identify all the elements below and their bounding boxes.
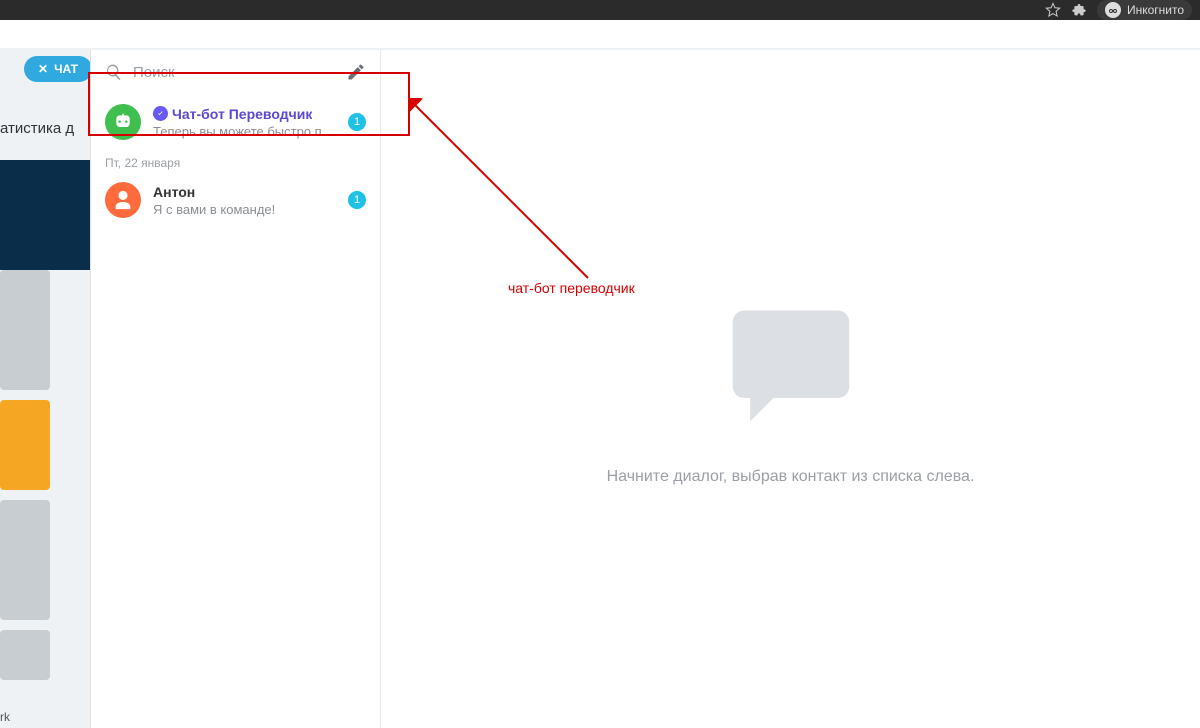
chat-pill-label: ЧАТ: [54, 62, 78, 76]
search-row: [91, 50, 380, 94]
bg-footer-text: rk: [0, 710, 10, 724]
date-separator: Пт, 22 января: [91, 150, 380, 172]
chat-main-empty: Начните диалог, выбрав контакт из списка…: [381, 50, 1200, 728]
incognito-mask-icon: [1105, 2, 1121, 18]
chat-pill-button[interactable]: ✕ ЧАТ: [24, 56, 92, 82]
extensions-puzzle-icon[interactable]: [1071, 2, 1087, 18]
chat-window: Чат-бот Переводчик Теперь вы можете быст…: [90, 50, 1200, 728]
unread-badge: 1: [348, 191, 366, 209]
incognito-badge: Инкогнито: [1097, 0, 1192, 20]
search-input[interactable]: [133, 64, 336, 81]
bg-card: [0, 400, 50, 490]
search-icon: [105, 63, 123, 81]
bg-card: [0, 630, 50, 680]
chat-item-preview: Теперь вы можете быстро пере…: [153, 124, 336, 139]
chat-sidebar: Чат-бот Переводчик Теперь вы можете быст…: [91, 50, 381, 728]
stats-heading: атистика д: [0, 120, 74, 137]
close-icon[interactable]: ✕: [38, 62, 48, 76]
empty-state-text: Начните диалог, выбрав контакт из списка…: [607, 468, 975, 486]
empty-chat-icon: [721, 293, 861, 438]
page-body: ✕ ЧАТ атистика д rk: [0, 20, 1200, 728]
chat-item-anton[interactable]: Антон Я с вами в команде! 1: [91, 172, 380, 228]
person-avatar-icon: [105, 182, 141, 218]
bg-card: [0, 270, 50, 390]
unread-badge: 1: [348, 113, 366, 131]
chat-item-preview: Я с вами в команде!: [153, 202, 336, 217]
bot-avatar-icon: [105, 104, 141, 140]
chat-item-bot-translator[interactable]: Чат-бот Переводчик Теперь вы можете быст…: [91, 94, 380, 150]
verified-badge-icon: [153, 106, 168, 121]
incognito-label: Инкогнито: [1127, 3, 1184, 17]
compose-icon[interactable]: [346, 62, 366, 82]
browser-top-bar: Инкогнито: [0, 0, 1200, 20]
bg-card: [0, 500, 50, 620]
chat-item-title: Антон: [153, 184, 195, 200]
bookmark-star-icon[interactable]: [1045, 2, 1061, 18]
chat-item-title: Чат-бот Переводчик: [172, 106, 312, 122]
